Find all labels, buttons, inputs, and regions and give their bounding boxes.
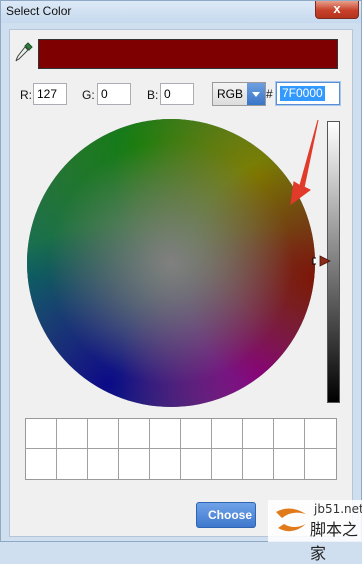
palette-cell[interactable] — [212, 449, 243, 479]
palette-cell[interactable] — [212, 419, 243, 449]
r-label: R: — [20, 88, 32, 102]
close-button[interactable]: x — [315, 1, 359, 19]
palette-cell[interactable] — [150, 419, 181, 449]
slider-handle-arrow[interactable] — [319, 255, 331, 267]
palette-cell[interactable] — [88, 449, 119, 479]
wheel-selection-marker — [312, 257, 316, 265]
hex-input[interactable]: 7F0000 — [276, 82, 340, 105]
g-input[interactable]: 0 — [97, 83, 131, 105]
hash-label: # — [266, 87, 273, 101]
palette-cell[interactable] — [305, 419, 336, 449]
palette-cell[interactable] — [274, 449, 305, 479]
color-wheel[interactable] — [26, 118, 316, 408]
chevron-down-icon — [252, 92, 260, 97]
dropdown-button[interactable] — [247, 83, 265, 105]
palette-cell[interactable] — [181, 419, 212, 449]
hex-value: 7F0000 — [280, 86, 325, 101]
eyedropper-icon[interactable] — [14, 41, 34, 63]
red-arrow-annotation — [290, 119, 319, 206]
palette-cell[interactable] — [305, 449, 336, 479]
custom-color-palette — [25, 418, 337, 480]
title-bar: Select Color x — [1, 1, 361, 23]
palette-cell[interactable] — [243, 419, 274, 449]
palette-cell[interactable] — [119, 449, 150, 479]
watermark-url: jb51.net — [314, 502, 362, 516]
palette-cell[interactable] — [243, 449, 274, 479]
b-input[interactable]: 0 — [160, 83, 194, 105]
palette-cell[interactable] — [57, 419, 88, 449]
color-mode-select[interactable]: RGB — [212, 82, 266, 106]
g-label: G: — [82, 88, 95, 102]
color-mode-value: RGB — [217, 87, 244, 101]
watermark-logo — [276, 508, 306, 532]
r-input[interactable]: 127 — [33, 83, 67, 105]
palette-cell[interactable] — [119, 419, 150, 449]
palette-cell[interactable] — [181, 449, 212, 479]
window-title: Select Color — [6, 4, 72, 18]
palette-cell[interactable] — [150, 449, 181, 479]
close-icon: x — [333, 1, 341, 16]
color-wheel-graphic — [27, 119, 316, 407]
palette-cell[interactable] — [88, 419, 119, 449]
color-preview-swatch — [38, 39, 338, 69]
palette-cell[interactable] — [274, 419, 305, 449]
palette-cell[interactable] — [26, 419, 57, 449]
watermark-text: 脚本之家 — [310, 520, 359, 563]
palette-cell[interactable] — [26, 449, 57, 479]
palette-cell[interactable] — [57, 449, 88, 479]
choose-button[interactable]: Choose — [196, 502, 256, 528]
b-label: B: — [147, 88, 159, 102]
